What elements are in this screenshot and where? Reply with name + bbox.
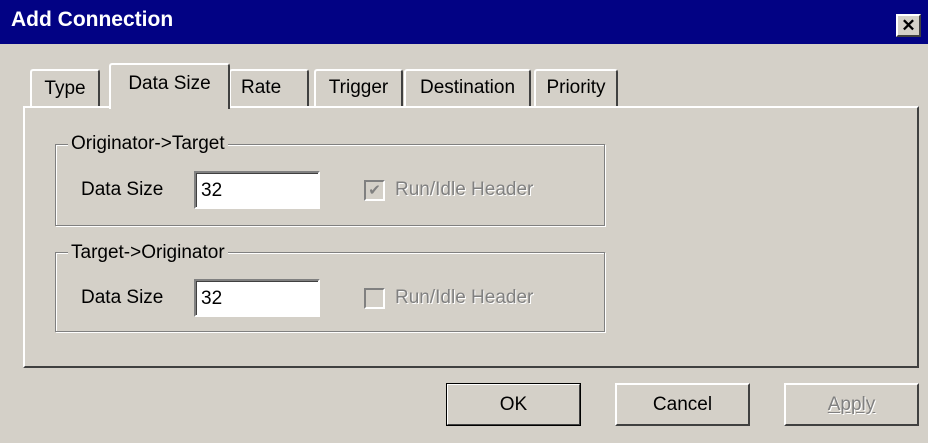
t2o-run-idle-label: Run/Idle Header bbox=[395, 287, 534, 308]
tab-trigger-label: Trigger bbox=[328, 77, 389, 98]
t2o-data-size-label: Data Size bbox=[81, 287, 164, 308]
tab-trigger[interactable]: Trigger bbox=[314, 69, 403, 107]
group-target-originator-legend: Target->Originator bbox=[68, 242, 228, 264]
tab-data-size-label: Data Size bbox=[128, 73, 211, 94]
tab-destination[interactable]: Destination bbox=[404, 69, 531, 107]
t2o-run-idle-checkbox[interactable] bbox=[364, 288, 385, 309]
tab-priority-label: Priority bbox=[546, 77, 606, 98]
o2t-data-size-label: Data Size bbox=[81, 179, 164, 200]
window-title: Add Connection bbox=[11, 8, 174, 31]
tab-type[interactable]: Type bbox=[30, 69, 100, 107]
o2t-data-size-input[interactable]: 32 bbox=[194, 171, 320, 209]
tab-type-label: Type bbox=[44, 78, 86, 99]
close-icon: ✕ bbox=[901, 16, 916, 35]
tab-rate-label: Rate bbox=[241, 77, 282, 98]
check-icon: ✔ bbox=[368, 182, 381, 199]
apply-button[interactable]: Apply bbox=[784, 383, 919, 426]
cancel-button[interactable]: Cancel bbox=[615, 383, 750, 426]
tab-data-size[interactable]: Data Size bbox=[109, 63, 230, 109]
o2t-run-idle-checkbox[interactable]: ✔ bbox=[364, 180, 385, 201]
tab-panel-data-size: Originator->Target Data Size 32 ✔ Run/Id… bbox=[23, 106, 919, 368]
t2o-data-size-input[interactable]: 32 bbox=[194, 279, 320, 317]
close-button[interactable]: ✕ bbox=[896, 14, 921, 37]
title-bar[interactable]: Add Connection ✕ bbox=[0, 0, 928, 44]
add-connection-dialog: Add Connection ✕ Type Data Size Rate Tri… bbox=[0, 0, 928, 443]
group-originator-target-legend: Originator->Target bbox=[68, 133, 228, 155]
o2t-run-idle-label: Run/Idle Header bbox=[395, 179, 534, 200]
tab-priority[interactable]: Priority bbox=[534, 69, 618, 107]
tab-destination-label: Destination bbox=[419, 77, 516, 98]
ok-button[interactable]: OK bbox=[446, 383, 581, 426]
tab-rate[interactable]: Rate bbox=[229, 69, 309, 107]
